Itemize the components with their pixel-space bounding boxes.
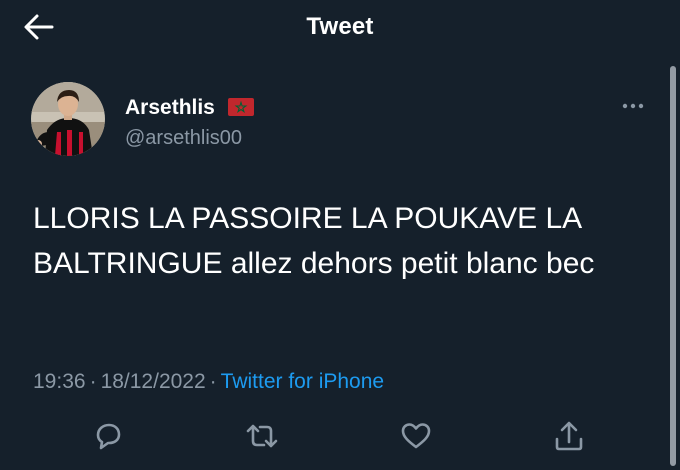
tweet-text: LLORIS LA PASSOIRE LA POUKAVE LA BALTRIN… [33,202,595,280]
avatar[interactable] [31,82,105,156]
retweet-icon [246,424,278,448]
more-icon [622,103,644,109]
more-options-button[interactable] [618,98,648,114]
like-button[interactable] [398,418,434,454]
page-title: Tweet [306,13,374,40]
meta-separator: · [209,370,217,393]
tweet-metadata: 19:36 · 18/12/2022 · Twitter for iPhone [33,370,384,394]
scrollbar[interactable] [670,66,676,466]
share-icon [555,421,583,451]
retweet-button[interactable] [244,418,280,454]
morocco-flag-icon [228,98,254,116]
reply-icon [96,423,121,450]
heart-icon [401,423,431,449]
tweet-time: 19:36 [33,370,86,393]
tweet-source-link[interactable]: Twitter for iPhone [221,370,384,393]
display-name[interactable]: Arsethlis [125,96,215,120]
tweet-actions [0,418,680,458]
meta-separator: · [89,370,97,393]
tweet-date: 18/12/2022 [100,370,206,393]
top-bar: Tweet [0,0,680,54]
user-handle[interactable]: @arsethlis00 [125,127,242,150]
reply-button[interactable] [90,418,126,454]
share-button[interactable] [551,418,587,454]
